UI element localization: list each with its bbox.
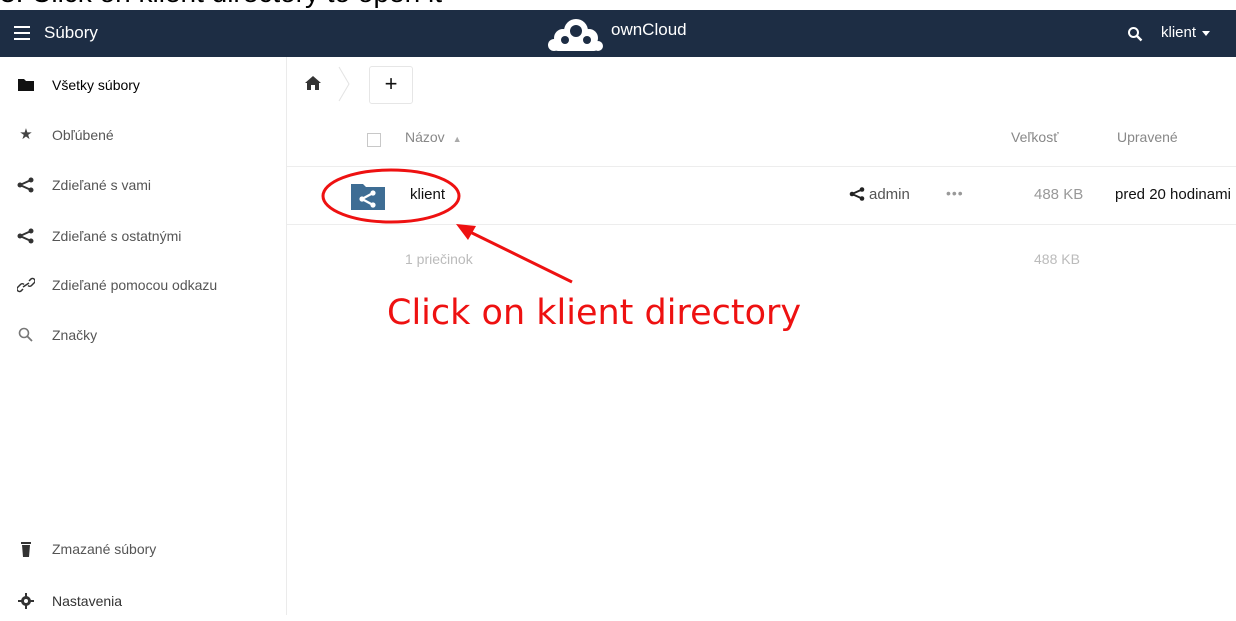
add-new-button[interactable]: + [369, 66, 413, 104]
share-icon [849, 187, 865, 201]
sidebar-item-deleted-files[interactable]: Zmazané súbory [0, 529, 286, 569]
sidebar-item-tags[interactable]: Značky [0, 315, 286, 355]
sidebar-item-settings[interactable]: Nastavenia [0, 581, 286, 621]
sidebar-item-shared-by-link[interactable]: Zdieľané pomocou odkazu [0, 265, 286, 305]
breadcrumb-separator [338, 66, 350, 102]
home-icon[interactable] [305, 76, 321, 90]
instruction-caption: 3. Click on klient directory to open it [0, 0, 442, 8]
summary-size: 488 KB [1034, 251, 1080, 267]
file-modified: pred 20 hodinami [1115, 186, 1231, 203]
folder-icon [18, 79, 34, 91]
sort-ascending-icon: ▲ [452, 134, 462, 144]
file-size: 488 KB [1034, 186, 1084, 203]
sidebar-item-all-files[interactable]: Všetky súbory [0, 65, 286, 105]
user-name: klient [1161, 24, 1197, 41]
column-header-size[interactable]: Veľkosť [1011, 129, 1058, 145]
sidebar-item-shared-with-you[interactable]: Zdieľané s vami [0, 165, 286, 205]
more-actions-icon[interactable]: ••• [946, 185, 964, 201]
user-menu[interactable]: klient [1161, 24, 1211, 41]
search-icon[interactable] [1127, 26, 1143, 42]
share-owner[interactable]: admin [849, 186, 910, 203]
sidebar: Všetky súbory ★ Obľúbené Zdieľané s vami… [0, 57, 287, 615]
app-title[interactable]: Súbory [44, 23, 98, 43]
chevron-down-icon [1202, 30, 1211, 36]
shared-folder-icon[interactable] [350, 181, 386, 211]
owncloud-logo-icon[interactable] [546, 13, 606, 53]
share-icon [17, 177, 34, 193]
trash-icon [21, 542, 31, 557]
annotation-arrowhead [456, 224, 476, 240]
search-icon [18, 327, 33, 342]
top-header: Súbory ownCloud klient [0, 10, 1236, 57]
gear-icon [18, 593, 34, 609]
star-icon: ★ [19, 126, 33, 143]
file-name-klient[interactable]: klient [410, 186, 445, 203]
select-all-checkbox[interactable] [367, 133, 381, 147]
column-header-modified[interactable]: Upravené [1117, 129, 1178, 145]
annotation-text: Click on klient directory [387, 293, 802, 333]
share-icon [17, 228, 34, 244]
summary-count: 1 priečinok [405, 251, 473, 267]
link-icon [17, 277, 35, 293]
annotation-arrow [465, 228, 573, 284]
menu-icon[interactable] [14, 26, 30, 40]
sidebar-item-shared-with-others[interactable]: Zdieľané s ostatnými [0, 216, 286, 256]
sidebar-item-favorites[interactable]: ★ Obľúbené [0, 115, 286, 155]
column-header-name[interactable]: Názov ▲ [405, 129, 462, 145]
brand-name: ownCloud [611, 20, 687, 39]
